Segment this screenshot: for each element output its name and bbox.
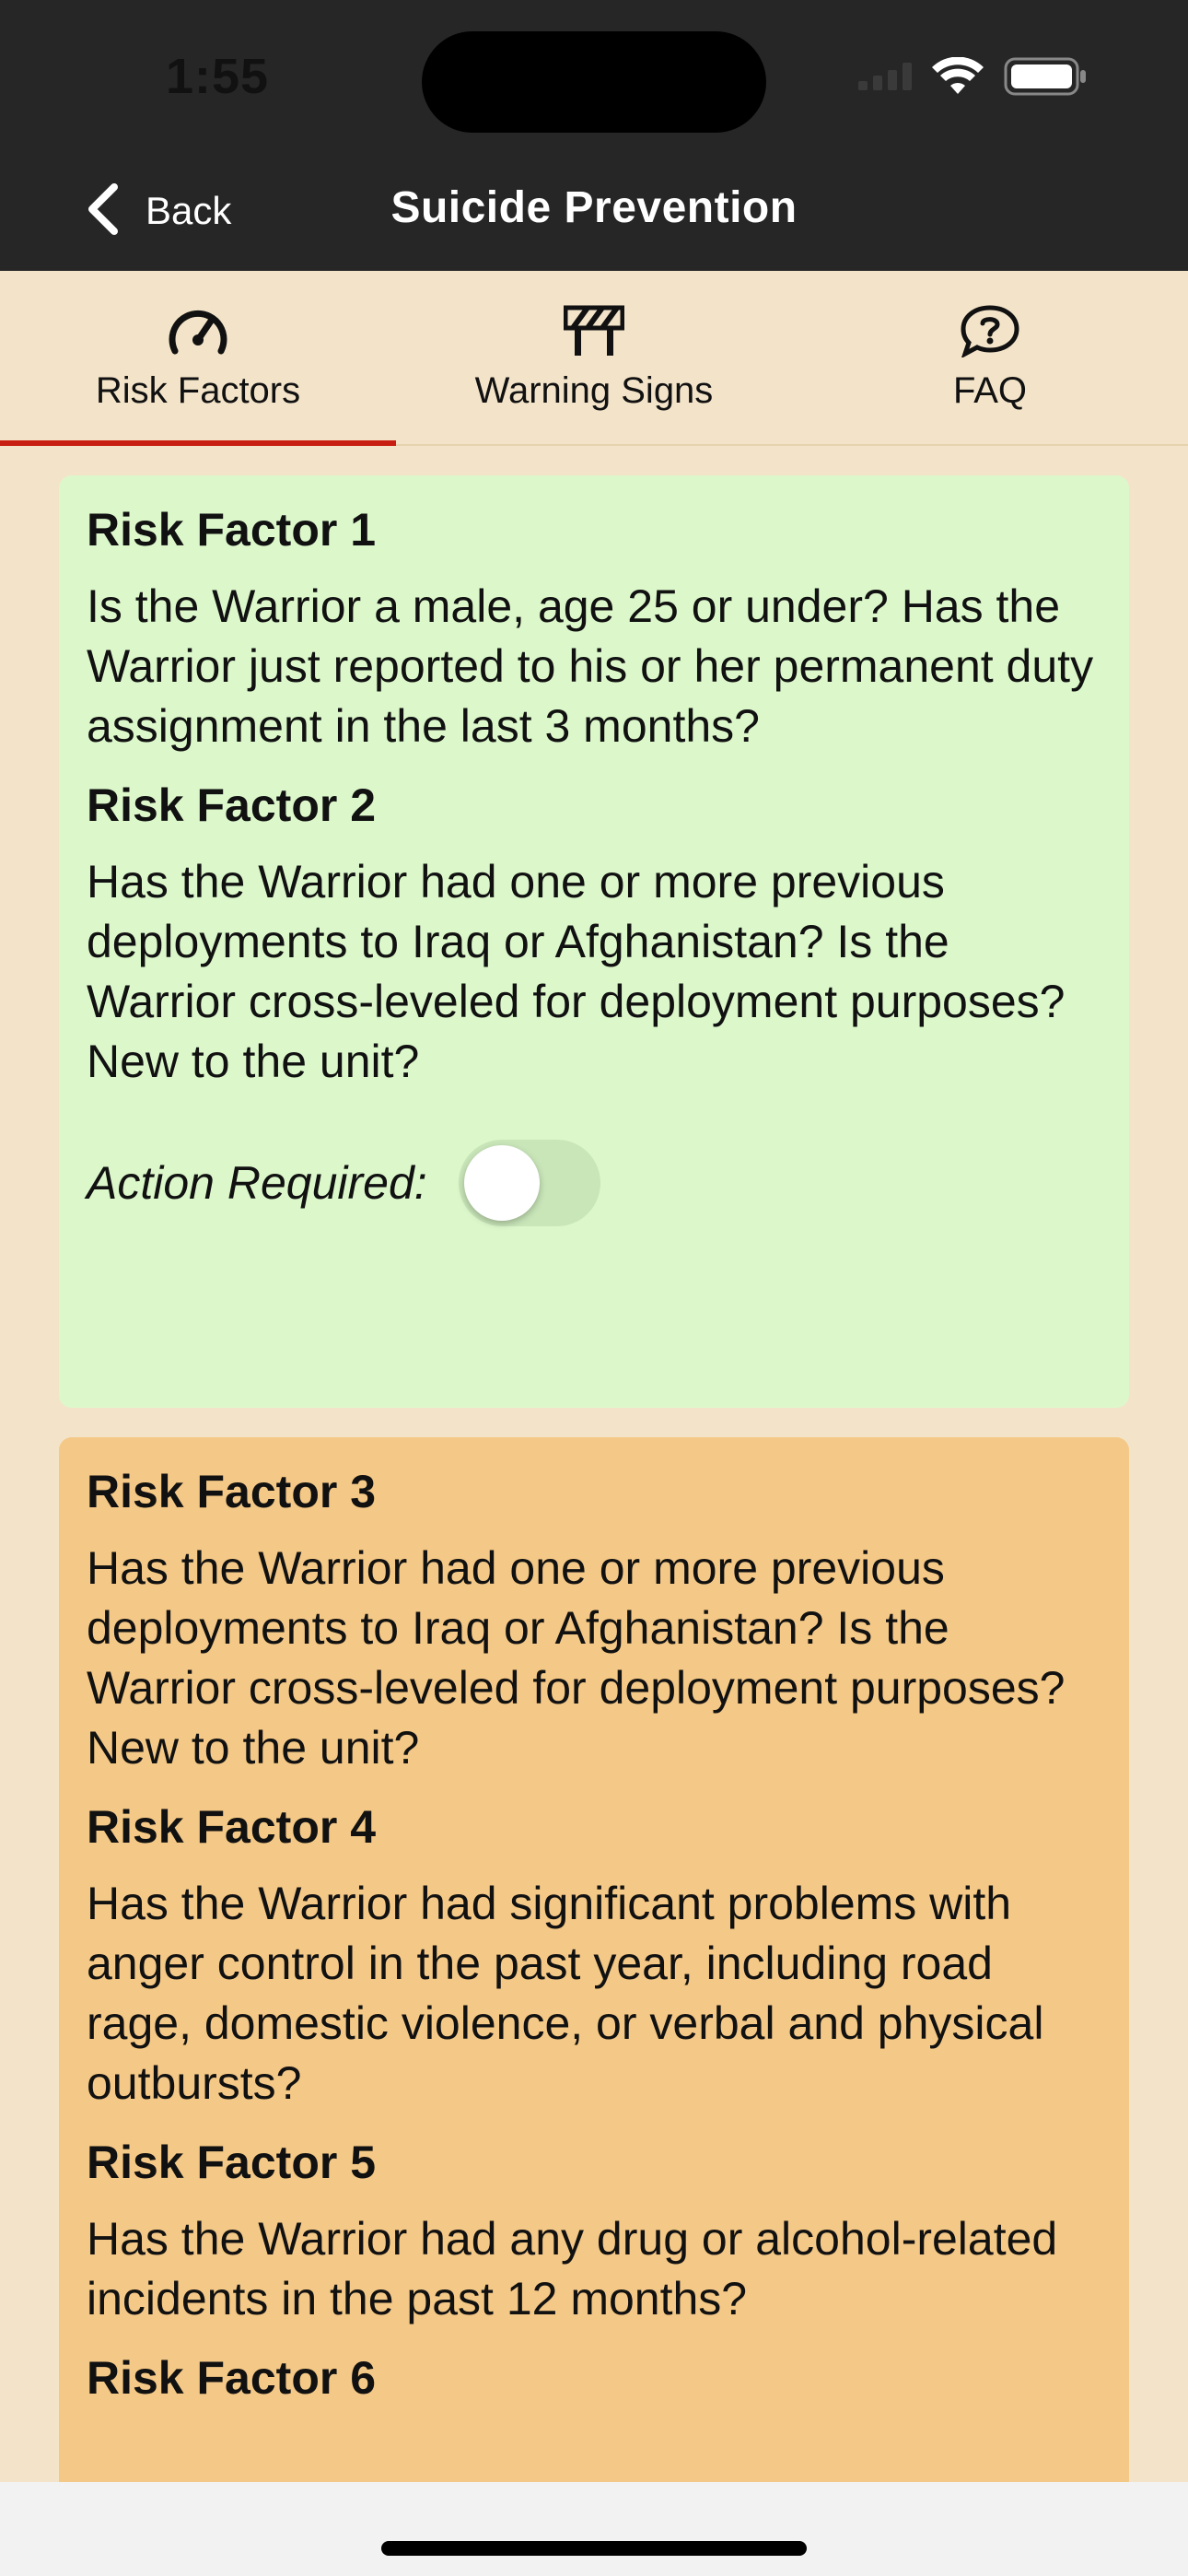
status-icons (858, 56, 1087, 100)
tab-warning-signs[interactable]: Warning Signs (396, 271, 792, 446)
tab-label: Risk Factors (95, 370, 301, 411)
risk-factor-title: Risk Factor 1 (87, 504, 377, 556)
selected-tab-indicator (0, 440, 396, 446)
risk-factor-text: Has the Warrior had one or more previous… (87, 856, 1066, 1087)
risk-factor-text: Has the Warrior had significant problems… (87, 1878, 1044, 2109)
risk-factor-title: Risk Factor 5 (87, 2137, 377, 2188)
action-required-row: Action Required: (87, 1140, 1101, 1226)
home-indicator[interactable] (381, 2541, 807, 2556)
tab-risk-factors[interactable]: Risk Factors (0, 271, 396, 446)
dynamic-island (422, 31, 766, 133)
gauge-icon (168, 302, 228, 359)
tab-label: FAQ (952, 370, 1028, 411)
risk-factor-title: Risk Factor 4 (87, 1801, 377, 1853)
home-bar-area (0, 2482, 1188, 2576)
navigation-bar: Back Suicide Prevention (0, 151, 1188, 271)
risk-factor-title: Risk Factor 6 (87, 2352, 377, 2404)
barrier-icon (564, 302, 624, 359)
risk-factor-title: Risk Factor 3 (87, 1466, 377, 1517)
status-time: 1:55 (166, 49, 270, 104)
risk-factor-title: Risk Factor 2 (87, 779, 377, 831)
battery-icon (1004, 57, 1087, 100)
risk-factor-text: Is the Warrior a male, age 25 or under? … (87, 580, 1094, 752)
question-bubble-icon (960, 302, 1020, 359)
signal-icon (858, 63, 912, 95)
wifi-icon (932, 56, 984, 100)
risk-card-low: Risk Factor 1 Is the Warrior a male, age… (59, 475, 1129, 1408)
toggle-knob (463, 1145, 540, 1221)
risk-factor-text: Has the Warrior had one or more previous… (87, 1542, 1066, 1774)
tab-faq[interactable]: FAQ (792, 271, 1188, 446)
page-title: Suicide Prevention (390, 183, 798, 232)
risk-factor-text: Has the Warrior had any drug or alcohol-… (87, 2213, 1058, 2324)
risk-card-medium: Risk Factor 3 Has the Warrior had one or… (59, 1437, 1129, 2576)
status-bar: 1:55 (0, 0, 1188, 151)
action-required-toggle[interactable] (458, 1140, 600, 1226)
segment-tab-bar: Risk Factors Warning Signs FAQ (0, 271, 1188, 446)
action-required-label: Action Required: (87, 1157, 427, 1209)
tab-label: Warning Signs (474, 370, 714, 411)
